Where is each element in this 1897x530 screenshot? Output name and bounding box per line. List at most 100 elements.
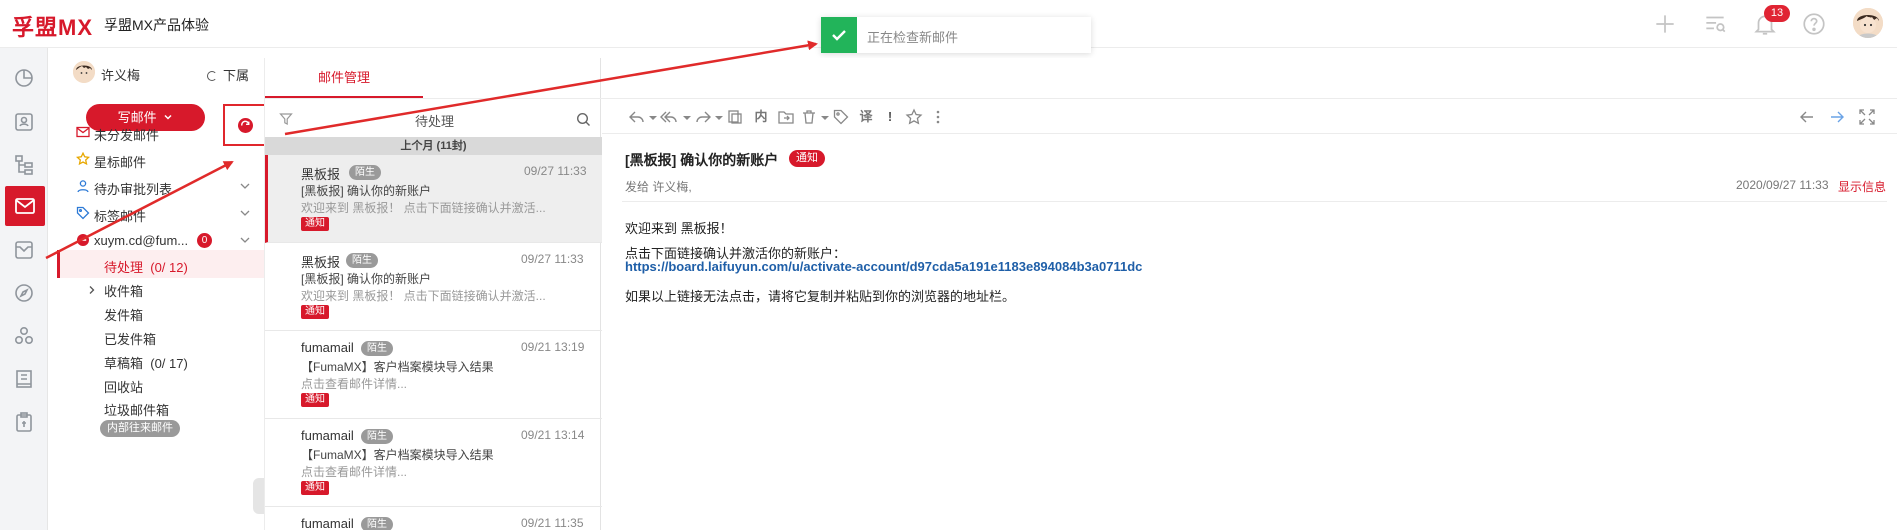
mail-item[interactable]: fumamail 陌生 09/21 13:19 【FumaMX】客户档案模块导入… <box>265 331 602 419</box>
message-notice-tag: 通知 <box>789 150 825 167</box>
mail-sender: fumamail <box>301 516 354 530</box>
clipboard-icon[interactable] <box>6 404 42 440</box>
show-info-link[interactable]: 显示信息 <box>1838 178 1886 195</box>
inline-button[interactable]: 内 <box>752 108 770 126</box>
body-greeting: 欢迎来到 黑板报！ <box>625 221 733 236</box>
fullscreen-icon[interactable] <box>1858 108 1876 126</box>
chevron-down-icon[interactable] <box>239 180 251 192</box>
filter-label[interactable]: 待处理 <box>415 111 454 130</box>
mail-subject: [黑板报] 确认你的新账户 <box>301 272 432 286</box>
user-icon <box>76 179 90 193</box>
filter-row: 待处理 <box>265 99 602 137</box>
pie-chart-icon[interactable] <box>6 60 42 96</box>
subordinate-label: 下属 <box>223 68 250 83</box>
folder-label: xuym.cd@fum... <box>94 233 189 248</box>
task-list-icon[interactable] <box>1702 11 1728 37</box>
important-button[interactable]: ! <box>881 108 899 126</box>
stranger-tag: 陌生 <box>361 517 393 530</box>
notification-badge: 13 <box>1764 5 1790 22</box>
contact-card-icon[interactable] <box>6 104 42 140</box>
compass-icon[interactable] <box>6 275 42 311</box>
message-date: 2020/09/27 11:33 <box>1736 178 1829 192</box>
notice-tag: 通知 <box>301 393 329 407</box>
toast-text: 正在检查新邮件 <box>867 30 959 45</box>
arrow-left-icon[interactable] <box>1798 108 1816 126</box>
activation-link[interactable]: https://board.laifuyun.com/u/activate-ac… <box>625 259 1142 274</box>
copy-icon[interactable] <box>726 108 744 126</box>
status-toast: 正在检查新邮件 <box>821 17 1091 53</box>
unread-badge: 0 <box>197 233 212 248</box>
user-avatar[interactable] <box>1853 8 1883 38</box>
chevron-down-icon[interactable] <box>239 207 251 219</box>
account-row: 许义梅 下属 <box>57 58 264 86</box>
book-icon[interactable] <box>6 361 42 397</box>
body-fallback: 如果以上链接无法点击，请将它复制并粘贴到你的浏览器的地址栏。 <box>625 289 1016 304</box>
folder-starred[interactable]: 星标邮件 <box>57 145 264 173</box>
mail-preview: 点击查看邮件详情... <box>301 465 408 479</box>
mail-item[interactable]: fumamail 陌生 09/21 13:14 【FumaMX】客户档案模块导入… <box>265 419 602 507</box>
mail-sender: 黑板报 <box>301 167 341 182</box>
pending-count: (0/ 12) <box>150 260 188 275</box>
folder-undistributed[interactable]: 未分发邮件 <box>57 118 264 146</box>
star-outline-icon[interactable] <box>905 108 923 126</box>
mini-avatar[interactable] <box>73 61 95 83</box>
message-subject: [黑板报] 确认你的新账户 <box>625 152 779 168</box>
mail-sender: fumamail <box>301 340 354 355</box>
folder-internal[interactable]: 内部往来邮件 <box>57 416 264 444</box>
stranger-tag: 陌生 <box>349 165 381 180</box>
org-tree-icon[interactable] <box>6 147 42 183</box>
folder-label: 草稿箱 <box>104 356 144 371</box>
inbox-tray-icon[interactable] <box>6 232 42 268</box>
mail-preview: 欢迎来到 黑板报！ 点击下面链接确认并激活... <box>301 289 546 303</box>
folder-approvals[interactable]: 待办审批列表 <box>57 172 264 200</box>
minus-circle-icon <box>76 233 90 247</box>
app-logo[interactable]: 孚盟MX <box>12 10 93 42</box>
message-divider <box>622 201 1887 202</box>
mail-sender: 黑板报 <box>301 255 341 270</box>
translate-button[interactable]: 译 <box>857 108 875 126</box>
folder-panel: 许义梅 下属 写邮件 未分发邮件 星标邮件 待办审批列表 标签邮件 xuym.c… <box>57 58 267 530</box>
panel-collapse-handle[interactable] <box>253 478 264 514</box>
help-icon[interactable] <box>1801 11 1827 37</box>
caret-down-icon[interactable] <box>678 108 691 126</box>
stranger-tag: 陌生 <box>361 341 393 356</box>
folder-label: 未分发邮件 <box>94 128 160 143</box>
plus-icon[interactable] <box>1652 11 1678 37</box>
search-icon[interactable] <box>576 112 591 127</box>
notice-tag: 通知 <box>301 481 329 495</box>
group-header: 上个月 (11封) <box>265 137 602 155</box>
folder-label: 星标邮件 <box>94 155 147 170</box>
reading-pane: 内 译 ! [黑板报] 确认你的新账户 通知 发给 许义梅, 2020/09/2… <box>602 58 1897 530</box>
mail-preview: 点击查看邮件详情... <box>301 377 408 391</box>
arrow-right-icon[interactable] <box>1828 108 1846 126</box>
mail-sender: fumamail <box>301 428 354 443</box>
reply-all-icon[interactable] <box>660 108 678 126</box>
mail-date: 09/27 11:33 <box>521 252 584 266</box>
mail-item[interactable]: 黑板报 陌生 09/27 11:33 [黑板报] 确认你的新账户 欢迎来到 黑板… <box>265 155 602 243</box>
tag-icon[interactable] <box>832 108 850 126</box>
circles-icon[interactable] <box>6 318 42 354</box>
app-title: 孚盟MX产品体验 <box>104 17 209 33</box>
tab-mail-management[interactable]: 邮件管理 <box>265 58 423 98</box>
mail-item[interactable]: 黑板报 陌生 09/27 11:33 [黑板报] 确认你的新账户 欢迎来到 黑板… <box>265 243 602 331</box>
move-folder-icon[interactable] <box>777 108 795 126</box>
notice-tag: 通知 <box>301 305 329 319</box>
mail-item[interactable]: fumamail 陌生 09/21 11:35 <box>265 507 602 530</box>
star-icon <box>75 151 91 166</box>
more-vertical-icon[interactable] <box>929 108 947 126</box>
account-name[interactable]: 许义梅 <box>101 65 140 84</box>
mail-date: 09/21 13:19 <box>521 340 585 354</box>
caret-down-icon[interactable] <box>644 108 657 126</box>
message-recipients: 发给 许义梅, <box>625 180 692 194</box>
mail-icon[interactable] <box>5 186 45 226</box>
folder-tagged[interactable]: 标签邮件 <box>57 199 264 227</box>
filter-icon[interactable] <box>279 112 293 126</box>
chevron-down-icon[interactable] <box>239 234 251 246</box>
folder-label: 待办审批列表 <box>94 182 173 197</box>
chevron-right-icon[interactable] <box>87 283 97 294</box>
caret-down-icon[interactable] <box>816 108 829 126</box>
stranger-tag: 陌生 <box>361 429 393 444</box>
mail-date: 09/21 11:35 <box>521 516 584 530</box>
caret-down-icon[interactable] <box>710 108 723 126</box>
subordinate-toggle[interactable]: 下属 <box>207 65 249 84</box>
